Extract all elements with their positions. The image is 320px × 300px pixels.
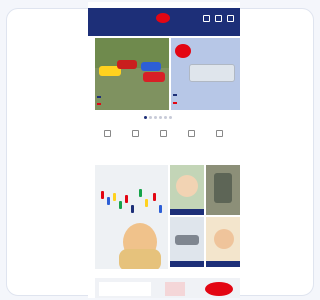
car-image [125, 195, 128, 203]
hero-banner-cars[interactable] [95, 38, 169, 110]
hero-right-label [173, 94, 177, 96]
feature-icon [159, 130, 167, 137]
banner-logo [205, 282, 233, 296]
bottom-banner[interactable] [95, 278, 240, 298]
car-image [139, 189, 142, 197]
child-photo [214, 229, 234, 249]
promo-burst [175, 44, 191, 58]
car-image [159, 205, 162, 213]
tile-caption [206, 261, 240, 267]
car-image [175, 235, 199, 245]
brand-logo[interactable] [156, 13, 170, 23]
truck-image [189, 64, 235, 82]
search-icon[interactable] [203, 15, 210, 22]
carousel-dot[interactable] [164, 116, 167, 119]
carousel-dots [144, 116, 172, 119]
hero-banner-truck[interactable] [171, 38, 240, 110]
hero-right-button[interactable] [173, 102, 177, 104]
car-image [131, 205, 134, 213]
promo-tile[interactable] [170, 217, 204, 267]
car-image [113, 193, 116, 201]
car-image [101, 191, 104, 199]
hero-left-label [97, 96, 101, 98]
feature-icon [131, 130, 139, 137]
cart-icon[interactable] [227, 15, 234, 22]
feature-icon [103, 130, 111, 137]
feature-item [206, 130, 232, 139]
car-image [145, 199, 148, 207]
feature-icon [215, 130, 223, 137]
promo-tile-large[interactable] [95, 165, 168, 269]
promo-tile[interactable] [206, 165, 240, 215]
tile-caption [170, 209, 204, 215]
mobile-webpage [88, 2, 240, 298]
car-image [141, 62, 161, 71]
carousel-dot[interactable] [144, 116, 147, 119]
product-photo [214, 173, 232, 203]
header-icons [203, 15, 234, 22]
carousel-dot[interactable] [169, 116, 172, 119]
car-image [117, 60, 137, 69]
site-header [88, 8, 240, 36]
feature-icon [187, 130, 195, 137]
carousel-dot[interactable] [159, 116, 162, 119]
tile-caption [170, 261, 204, 267]
car-image [143, 72, 165, 82]
car-image [107, 197, 110, 205]
feature-item [122, 130, 148, 139]
car-image [153, 193, 156, 201]
child-shirt [119, 249, 161, 269]
feature-item [94, 130, 120, 139]
feature-item [150, 130, 176, 139]
carousel-dot[interactable] [149, 116, 152, 119]
car-image [119, 201, 122, 209]
promo-tile[interactable] [206, 217, 240, 267]
promo-tile[interactable] [170, 165, 204, 215]
hero-left-button[interactable] [97, 103, 101, 105]
child-photo [176, 175, 198, 197]
banner-panel [165, 282, 185, 296]
feature-item [178, 130, 204, 139]
account-icon[interactable] [215, 15, 222, 22]
carousel-dot[interactable] [154, 116, 157, 119]
banner-panel [99, 282, 151, 296]
